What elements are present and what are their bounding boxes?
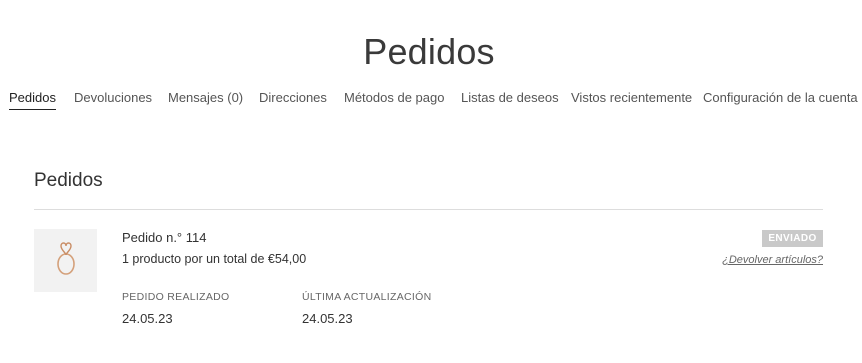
tab-pedidos[interactable]: Pedidos [9,90,56,110]
tab-metodos-de-pago[interactable]: Métodos de pago [344,90,444,109]
return-items-link[interactable]: ¿Devolver artículos? [722,254,823,266]
tab-vistos-recientemente[interactable]: Vistos recientemente [571,90,692,109]
section-divider [34,209,823,210]
status-badge: ENVIADO [762,230,823,247]
tab-listas-de-deseos[interactable]: Listas de deseos [461,90,559,109]
tab-direcciones[interactable]: Direcciones [259,90,327,109]
account-nav: Pedidos Devoluciones Mensajes (0) Direcc… [0,90,862,114]
product-thumbnail[interactable] [34,229,97,292]
order-number[interactable]: Pedido n.° 114 [122,230,206,245]
placed-label: PEDIDO REALIZADO [122,291,230,303]
ring-icon [55,240,77,281]
updated-date: 24.05.23 [302,311,353,326]
tab-configuracion-cuenta[interactable]: Configuración de la cuenta [703,90,858,109]
page-title: Pedidos [363,31,495,72]
order-summary: 1 producto por un total de €54,00 [122,252,307,266]
placed-date: 24.05.23 [122,311,173,326]
tab-devoluciones[interactable]: Devoluciones [74,90,152,109]
section-title: Pedidos [34,170,103,191]
updated-label: ÚLTIMA ACTUALIZACIÓN [302,291,432,303]
tab-mensajes[interactable]: Mensajes (0) [168,90,243,109]
